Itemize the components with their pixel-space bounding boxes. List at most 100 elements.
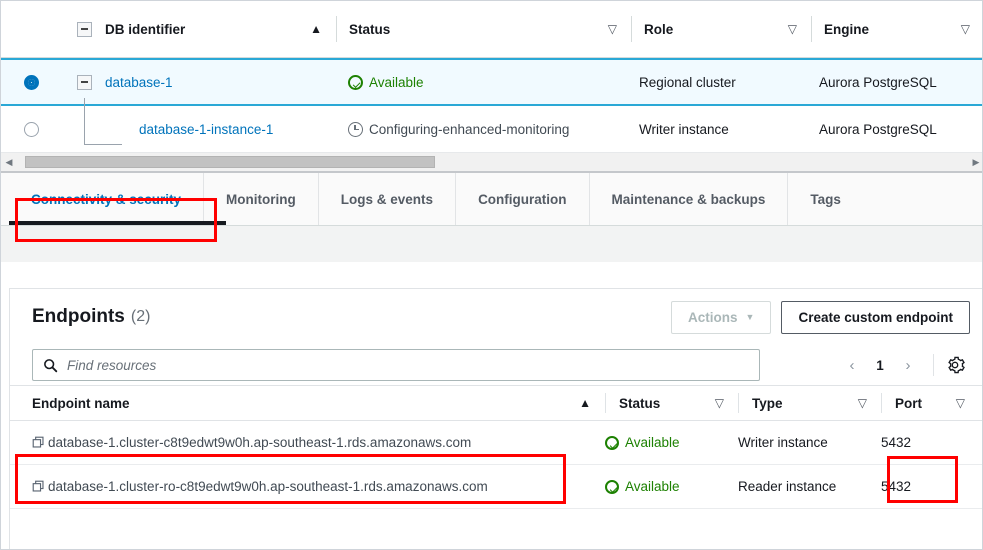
active-tab-indicator	[9, 221, 226, 225]
sort-descending-icon[interactable]: ▽	[961, 22, 970, 36]
tab-label: Monitoring	[226, 192, 296, 207]
endpoints-header-type-label: Type	[752, 396, 783, 411]
scrollbar-track[interactable]	[17, 155, 968, 169]
copy-icon[interactable]	[32, 480, 45, 493]
endpoints-header-type[interactable]: Type ▽	[738, 393, 881, 413]
db-table-header: DB identifier ▲ Status ▽ Role ▽ Engine ▽	[1, 1, 983, 58]
sort-descending-icon[interactable]: ▽	[956, 396, 965, 410]
scroll-right-arrow-icon[interactable]: ▶	[968, 152, 983, 172]
db-header-identifier[interactable]: DB identifier ▲	[61, 22, 336, 37]
endpoint-reader-name-cell: database-1.cluster-ro-c8t9edwt9w0h.ap-so…	[32, 479, 605, 494]
db-header-engine[interactable]: Engine ▽	[811, 16, 983, 42]
actions-button-label: Actions	[688, 310, 738, 325]
search-icon	[43, 358, 58, 373]
page-number[interactable]: 1	[867, 358, 893, 373]
db-table-row-cluster[interactable]: database-1 Available Regional cluster Au…	[1, 58, 983, 106]
rds-console-screenshot: DB identifier ▲ Status ▽ Role ▽ Engine ▽	[0, 0, 983, 550]
previous-page-icon[interactable]: ‹	[837, 350, 867, 380]
scrollbar-thumb[interactable]	[25, 156, 435, 168]
create-custom-endpoint-label: Create custom endpoint	[798, 310, 953, 325]
sort-ascending-icon[interactable]: ▲	[310, 22, 322, 36]
actions-button[interactable]: Actions ▼	[671, 301, 771, 334]
check-circle-icon	[605, 436, 619, 450]
endpoint-reader-port-cell: 5432	[881, 479, 965, 494]
endpoints-header-name-label: Endpoint name	[32, 396, 130, 411]
collapse-all-icon[interactable]	[77, 22, 92, 37]
sort-descending-icon[interactable]: ▽	[715, 396, 724, 410]
endpoint-writer-name-cell: database-1.cluster-c8t9edwt9w0h.ap-south…	[32, 435, 605, 450]
db-instance-link[interactable]: database-1-instance-1	[139, 122, 273, 137]
chevron-down-icon: ▼	[746, 312, 755, 322]
db-header-status[interactable]: Status ▽	[336, 16, 631, 42]
search-input[interactable]: Find resources	[32, 349, 760, 381]
radio-unselected[interactable]	[24, 122, 39, 137]
expand-collapse-icon[interactable]	[77, 75, 92, 90]
tab-connectivity-security[interactable]: Connectivity & security	[9, 173, 204, 225]
tab-configuration[interactable]: Configuration	[456, 173, 589, 225]
db-row-engine-label: Aurora PostgreSQL	[819, 122, 937, 137]
search-input-placeholder: Find resources	[67, 358, 156, 373]
tab-maintenance-backups[interactable]: Maintenance & backups	[590, 173, 789, 225]
db-row-role-label: Regional cluster	[639, 75, 736, 90]
endpoints-title: Endpoints	[32, 306, 125, 328]
endpoint-row-reader[interactable]: database-1.cluster-ro-c8t9edwt9w0h.ap-so…	[10, 465, 983, 509]
db-row-status-label: Available	[369, 75, 424, 90]
endpoint-row-writer[interactable]: database-1.cluster-c8t9edwt9w0h.ap-south…	[10, 421, 983, 465]
endpoints-header-port-label: Port	[895, 396, 922, 411]
endpoint-writer-type: Writer instance	[738, 435, 828, 450]
sort-descending-icon[interactable]: ▽	[788, 22, 797, 36]
tab-tags[interactable]: Tags	[788, 173, 863, 225]
endpoint-reader-port: 5432	[881, 479, 911, 494]
radio-selected[interactable]	[24, 75, 39, 90]
endpoints-search-row: Find resources ‹ 1 ›	[10, 345, 983, 385]
tab-monitoring[interactable]: Monitoring	[204, 173, 319, 225]
detail-tabs: Connectivity & security Monitoring Logs …	[1, 173, 982, 226]
gear-icon[interactable]	[944, 354, 966, 376]
db-table-row-instance[interactable]: database-1-instance-1 Configuring-enhanc…	[1, 106, 983, 153]
next-page-icon[interactable]: ›	[893, 350, 923, 380]
endpoint-reader-type: Reader instance	[738, 479, 836, 494]
sort-ascending-icon[interactable]: ▲	[579, 396, 591, 410]
column-divider	[738, 393, 739, 413]
db-header-role-label: Role	[644, 22, 673, 37]
db-row-status-cell: Configuring-enhanced-monitoring	[336, 122, 631, 137]
endpoint-reader-name: database-1.cluster-ro-c8t9edwt9w0h.ap-so…	[48, 479, 488, 494]
column-divider	[811, 16, 812, 42]
endpoints-header-name[interactable]: Endpoint name ▲	[32, 396, 605, 411]
column-divider	[631, 16, 632, 42]
column-divider	[881, 393, 882, 413]
check-circle-icon	[605, 480, 619, 494]
tab-label: Connectivity & security	[31, 192, 181, 207]
db-row-identifier-cell: database-1-instance-1	[61, 122, 336, 137]
tab-logs-events[interactable]: Logs & events	[319, 173, 456, 225]
db-instances-table: DB identifier ▲ Status ▽ Role ▽ Engine ▽	[1, 1, 983, 173]
db-row-role-cell: Regional cluster	[631, 75, 811, 90]
check-circle-icon	[348, 75, 363, 90]
create-custom-endpoint-button[interactable]: Create custom endpoint	[781, 301, 970, 334]
sort-descending-icon[interactable]: ▽	[858, 396, 867, 410]
db-header-role[interactable]: Role ▽	[631, 16, 811, 42]
db-row-select-cell[interactable]	[1, 75, 61, 90]
endpoint-reader-status: Available	[625, 479, 680, 494]
tab-label: Tags	[810, 192, 841, 207]
db-header-status-label: Status	[349, 22, 390, 37]
copy-icon[interactable]	[32, 436, 45, 449]
db-row-identifier-cell: database-1	[61, 75, 336, 90]
scroll-left-arrow-icon[interactable]: ◀	[1, 152, 17, 172]
endpoints-header-port[interactable]: Port ▽	[881, 393, 965, 413]
column-divider	[605, 393, 606, 413]
endpoint-writer-name: database-1.cluster-c8t9edwt9w0h.ap-south…	[48, 435, 471, 450]
db-row-status-label: Configuring-enhanced-monitoring	[369, 122, 569, 137]
db-row-select-cell[interactable]	[1, 122, 61, 137]
db-cluster-link[interactable]: database-1	[105, 75, 173, 90]
db-table-horizontal-scrollbar[interactable]: ◀ ▶	[1, 153, 983, 173]
db-row-engine-cell: Aurora PostgreSQL	[811, 75, 983, 90]
db-header-engine-label: Engine	[824, 22, 869, 37]
endpoint-writer-status: Available	[625, 435, 680, 450]
sort-descending-icon[interactable]: ▽	[608, 22, 617, 36]
db-row-engine-cell: Aurora PostgreSQL	[811, 122, 983, 137]
content-separator-band	[1, 226, 982, 262]
endpoint-reader-type-cell: Reader instance	[738, 479, 881, 494]
endpoints-header-status[interactable]: Status ▽	[605, 393, 738, 413]
tab-label: Maintenance & backups	[612, 192, 766, 207]
